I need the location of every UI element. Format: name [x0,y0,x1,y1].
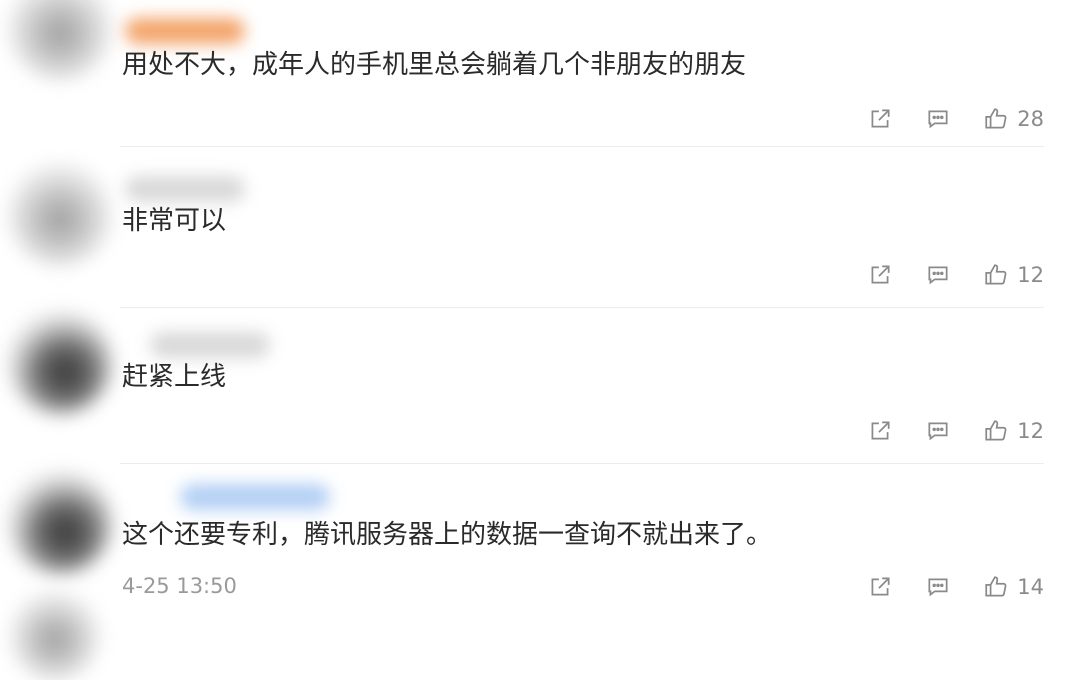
divider [120,146,1044,147]
comment-text: 非常可以 [122,206,227,236]
avatar[interactable] [8,310,112,414]
thumbs-up-icon [983,262,1009,288]
comment-actions: 14 [867,570,1044,604]
comment-icon[interactable] [925,574,951,600]
username-blurred[interactable] [180,484,330,510]
comment-text: 这个还要专利，腾讯服务器上的数据一查询不就出来了。 [122,520,773,550]
like-count: 12 [1017,419,1044,443]
comment-item: 赶紧上线 12 [0,308,1069,464]
thumbs-up-icon [983,106,1009,132]
like-button[interactable]: 14 [983,574,1044,600]
thumbs-up-icon [983,574,1009,600]
like-button[interactable]: 28 [983,106,1044,132]
share-icon[interactable] [867,574,893,600]
comment-icon[interactable] [925,262,951,288]
comment-actions: 12 [867,258,1044,292]
comment-actions: 12 [867,414,1044,448]
comment-text: 赶紧上线 [122,362,227,392]
avatar[interactable] [10,590,100,680]
comment-timestamp: 4-25 13:50 [122,574,237,598]
avatar[interactable] [8,0,112,80]
username-blurred[interactable] [150,332,270,358]
username-blurred[interactable] [125,18,245,44]
avatar[interactable] [8,470,112,574]
comment-item: 这个还要专利，腾讯服务器上的数据一查询不就出来了。 4-25 13:50 14 [0,464,1069,620]
like-count: 14 [1017,575,1044,599]
username-blurred[interactable] [125,176,245,202]
comment-icon[interactable] [925,106,951,132]
like-button[interactable]: 12 [983,418,1044,444]
like-button[interactable]: 12 [983,262,1044,288]
comment-item: 用处不大，成年人的手机里总会躺着几个非朋友的朋友 28 [0,0,1069,152]
comment-actions: 28 [867,102,1044,136]
avatar[interactable] [8,162,112,266]
comment-text: 用处不大，成年人的手机里总会躺着几个非朋友的朋友 [122,50,747,80]
thumbs-up-icon [983,418,1009,444]
comment-icon[interactable] [925,418,951,444]
like-count: 28 [1017,107,1044,131]
comment-item: 非常可以 12 [0,152,1069,308]
share-icon[interactable] [867,418,893,444]
share-icon[interactable] [867,106,893,132]
share-icon[interactable] [867,262,893,288]
like-count: 12 [1017,263,1044,287]
